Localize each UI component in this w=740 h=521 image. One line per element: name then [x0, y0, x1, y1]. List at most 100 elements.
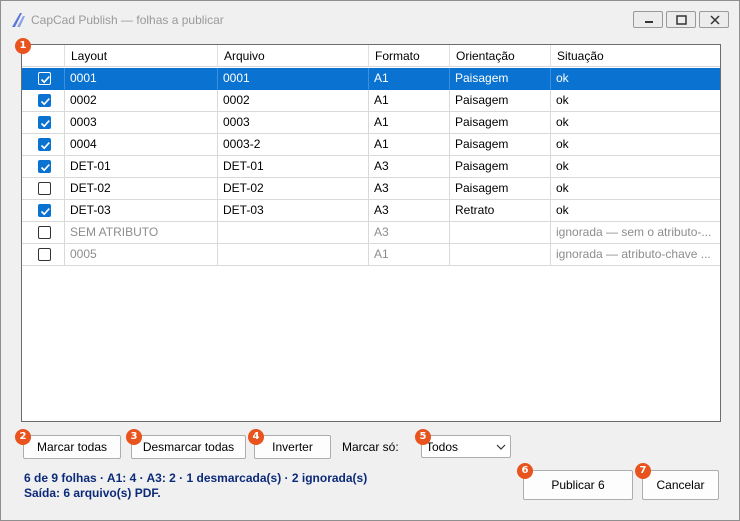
- cell-arquivo: [218, 222, 369, 244]
- cell-orientacao: Paisagem: [450, 178, 551, 200]
- cell-layout: 0002: [65, 90, 218, 112]
- cell-formato: A3: [369, 222, 450, 244]
- cell-arquivo: [218, 244, 369, 266]
- table-row[interactable]: 0003 0003 A1 Paisagem ok: [22, 112, 720, 134]
- cell-checkbox: [22, 178, 65, 200]
- unmark-all-button[interactable]: Desmarcar todas: [131, 435, 246, 459]
- cell-situacao: ok: [551, 134, 720, 156]
- row-checkbox[interactable]: [38, 138, 51, 151]
- publish-button[interactable]: Publicar 6: [523, 470, 633, 500]
- table-row[interactable]: 0004 0003-2 A1 Paisagem ok: [22, 134, 720, 156]
- mark-only-select[interactable]: Todos: [421, 435, 511, 458]
- callout-badge-7: 7: [635, 463, 651, 479]
- cell-arquivo: 0001: [218, 68, 369, 90]
- cell-orientacao: Retrato: [450, 200, 551, 222]
- cell-layout: DET-03: [65, 200, 218, 222]
- cell-orientacao: [450, 222, 551, 244]
- checkmark-icon: [40, 120, 50, 128]
- maximize-button[interactable]: [666, 11, 696, 28]
- row-checkbox[interactable]: [38, 226, 51, 239]
- minimize-button[interactable]: [633, 11, 663, 28]
- publish-dialog: CapCad Publish — folhas a publicar 1 Lay…: [0, 0, 740, 521]
- table-row[interactable]: 0001 0001 A1 Paisagem ok: [22, 68, 720, 90]
- cell-layout: DET-01: [65, 156, 218, 178]
- cell-formato: A3: [369, 156, 450, 178]
- chevron-down-icon: [496, 444, 506, 450]
- checkmark-icon: [40, 208, 50, 216]
- row-checkbox[interactable]: [38, 182, 51, 195]
- row-checkbox[interactable]: [38, 248, 51, 261]
- row-checkbox[interactable]: [38, 160, 51, 173]
- cell-orientacao: Paisagem: [450, 68, 551, 90]
- cell-situacao: ok: [551, 68, 720, 90]
- cell-orientacao: Paisagem: [450, 112, 551, 134]
- status-output: Saída: 6 arquivo(s) PDF.: [24, 486, 161, 500]
- maximize-icon: [676, 15, 687, 25]
- close-icon: [710, 15, 720, 25]
- cell-arquivo: DET-03: [218, 200, 369, 222]
- cell-checkbox: [22, 200, 65, 222]
- mark-only-select-value: Todos: [426, 440, 459, 454]
- cell-arquivo: DET-02: [218, 178, 369, 200]
- sheets-grid[interactable]: Layout Arquivo Formato Orientação Situaç…: [21, 44, 721, 422]
- header-formato[interactable]: Formato: [369, 45, 450, 67]
- callout-badge-5: 5: [415, 429, 431, 445]
- cell-orientacao: Paisagem: [450, 90, 551, 112]
- grid-header: Layout Arquivo Formato Orientação Situaç…: [22, 45, 720, 67]
- checkmark-icon: [40, 164, 50, 172]
- table-row[interactable]: SEM ATRIBUTO A3 ignorada — sem o atributo-…: [22, 222, 720, 244]
- cell-orientacao: Paisagem: [450, 134, 551, 156]
- cell-orientacao: [450, 244, 551, 266]
- table-row[interactable]: 0002 0002 A1 Paisagem ok: [22, 90, 720, 112]
- status-summary: 6 de 9 folhas · A1: 4 · A3: 2 · 1 desmar…: [24, 471, 368, 485]
- cell-arquivo: 0003: [218, 112, 369, 134]
- header-arquivo[interactable]: Arquivo: [218, 45, 369, 67]
- cell-situacao: ok: [551, 112, 720, 134]
- table-row[interactable]: DET-02 DET-02 A3 Paisagem ok: [22, 178, 720, 200]
- cell-checkbox: [22, 156, 65, 178]
- row-checkbox[interactable]: [38, 204, 51, 217]
- table-row[interactable]: DET-01 DET-01 A3 Paisagem ok: [22, 156, 720, 178]
- cell-checkbox: [22, 134, 65, 156]
- cell-situacao: ok: [551, 200, 720, 222]
- cell-layout: SEM ATRIBUTO: [65, 222, 218, 244]
- mark-all-button[interactable]: Marcar todas: [23, 435, 121, 459]
- cell-situacao: ok: [551, 178, 720, 200]
- cell-arquivo: DET-01: [218, 156, 369, 178]
- row-checkbox[interactable]: [38, 72, 51, 85]
- cell-checkbox: [22, 112, 65, 134]
- table-row[interactable]: 0005 A1 ignorada — atributo-chave ...: [22, 244, 720, 266]
- title-bar: CapCad Publish — folhas a publicar: [1, 1, 739, 39]
- checkmark-icon: [40, 142, 50, 150]
- row-checkbox[interactable]: [38, 116, 51, 129]
- header-situacao[interactable]: Situação: [551, 45, 720, 67]
- cell-checkbox: [22, 222, 65, 244]
- cell-arquivo: 0003-2: [218, 134, 369, 156]
- callout-badge-4: 4: [248, 429, 264, 445]
- mark-only-label: Marcar só:: [342, 440, 399, 454]
- row-checkbox[interactable]: [38, 94, 51, 107]
- invert-button[interactable]: Inverter: [254, 435, 331, 459]
- table-row[interactable]: DET-03 DET-03 A3 Retrato ok: [22, 200, 720, 222]
- cell-checkbox: [22, 90, 65, 112]
- cell-layout: DET-02: [65, 178, 218, 200]
- header-layout[interactable]: Layout: [65, 45, 218, 67]
- header-orientacao[interactable]: Orientação: [450, 45, 551, 67]
- checkmark-icon: [40, 98, 50, 106]
- cell-checkbox: [22, 244, 65, 266]
- cancel-button[interactable]: Cancelar: [642, 470, 719, 500]
- cell-formato: A1: [369, 112, 450, 134]
- capcad-logo-icon: [12, 13, 25, 27]
- cell-formato: A1: [369, 68, 450, 90]
- callout-badge-2: 2: [15, 429, 31, 445]
- callout-badge-6: 6: [517, 463, 533, 479]
- cell-situacao: ok: [551, 156, 720, 178]
- cell-layout: 0004: [65, 134, 218, 156]
- cell-arquivo: 0002: [218, 90, 369, 112]
- cell-checkbox: [22, 68, 65, 90]
- close-button[interactable]: [699, 11, 729, 28]
- cell-formato: A1: [369, 244, 450, 266]
- cell-formato: A1: [369, 90, 450, 112]
- callout-badge-1: 1: [15, 38, 31, 54]
- cell-orientacao: Paisagem: [450, 156, 551, 178]
